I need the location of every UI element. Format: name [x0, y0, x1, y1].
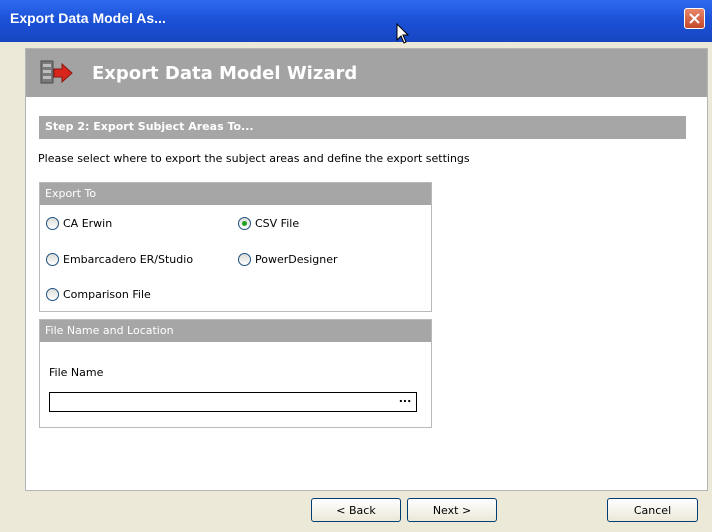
- dialog-window: Export Data Model As... Export Data Mode…: [0, 0, 712, 532]
- mouse-cursor-icon: [396, 23, 410, 44]
- export-to-group: Export To CA Erwin CSV File Embarcadero …: [39, 182, 432, 312]
- window-title: Export Data Model As...: [10, 10, 166, 26]
- export-table-icon: [40, 60, 73, 84]
- radio-button-icon[interactable]: [46, 288, 59, 301]
- export-to-title: Export To: [45, 187, 97, 200]
- radio-label: CA Erwin: [63, 217, 113, 230]
- file-location-title: File Name and Location: [45, 324, 174, 337]
- radio-label: Embarcadero ER/Studio: [63, 253, 194, 266]
- step-header: Step 2: Export Subject Areas To...: [39, 116, 686, 139]
- wizard-panel: Export Data Model Wizard Step 2: Export …: [25, 48, 708, 491]
- radio-button-icon[interactable]: [238, 253, 251, 266]
- file-name-input[interactable]: [49, 392, 417, 412]
- radio-label: Comparison File: [63, 288, 151, 301]
- file-name-label: File Name: [49, 366, 104, 379]
- close-icon: [689, 13, 700, 24]
- browse-button[interactable]: ...: [395, 393, 415, 410]
- radio-button-icon[interactable]: [46, 253, 59, 266]
- radio-comparison-file[interactable]: Comparison File: [46, 288, 151, 301]
- radio-button-icon[interactable]: [46, 217, 59, 230]
- radio-ca-erwin[interactable]: CA Erwin: [46, 217, 112, 230]
- title-bar[interactable]: Export Data Model As...: [0, 0, 712, 44]
- back-button[interactable]: < Back: [311, 498, 401, 522]
- wizard-title: Export Data Model Wizard: [92, 63, 358, 84]
- wizard-banner: Export Data Model Wizard: [26, 49, 707, 97]
- next-button[interactable]: Next >: [407, 498, 497, 522]
- step-description: Please select where to export the subjec…: [38, 152, 470, 165]
- step-title: Step 2: Export Subject Areas To...: [45, 120, 254, 133]
- radio-powerdesigner[interactable]: PowerDesigner: [238, 253, 338, 266]
- file-location-group: File Name and Location File Name ...: [39, 319, 432, 428]
- file-location-header: File Name and Location: [40, 320, 431, 342]
- radio-label: PowerDesigner: [255, 253, 338, 266]
- close-button[interactable]: [684, 8, 705, 29]
- radio-label: CSV File: [255, 217, 300, 230]
- export-to-header: Export To: [40, 183, 431, 205]
- radio-csv-file[interactable]: CSV File: [238, 217, 299, 230]
- cancel-button[interactable]: Cancel: [607, 498, 698, 522]
- radio-button-checked-icon[interactable]: [238, 217, 251, 230]
- radio-embarcadero[interactable]: Embarcadero ER/Studio: [46, 253, 193, 266]
